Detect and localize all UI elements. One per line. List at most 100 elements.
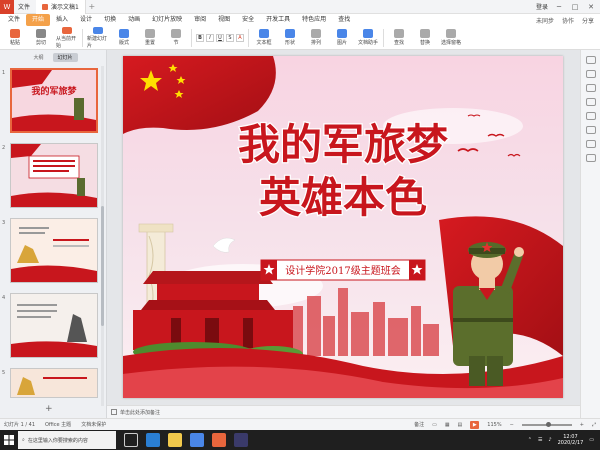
menu-review[interactable]: 审阅 <box>188 14 212 26</box>
file-menu[interactable]: 文件 <box>14 2 34 11</box>
network-icon[interactable]: ☰ <box>538 437 542 443</box>
collab-button[interactable]: 协作 <box>562 16 574 25</box>
start-from-current-button[interactable]: 从当前开始 <box>56 26 78 49</box>
style-icon[interactable] <box>585 70 596 78</box>
tab-slides[interactable]: 幻灯片 <box>52 53 78 62</box>
sync-status[interactable]: 未同步 <box>536 16 554 25</box>
account-button[interactable]: 登录 <box>536 2 548 11</box>
zoom-level[interactable]: 115% <box>487 422 501 428</box>
document-tab[interactable]: 演示文稿1 <box>36 0 86 14</box>
menu-view[interactable]: 视图 <box>212 14 236 26</box>
thumb-1-art: 我的军旅梦 <box>12 70 96 131</box>
arrange-button[interactable]: 排列 <box>305 27 327 49</box>
current-slide[interactable]: 我的军旅梦 英雄本色 设计学院2017级主题班会 <box>123 56 563 398</box>
volume-icon[interactable]: ♪ <box>548 437 551 443</box>
properties-icon[interactable] <box>585 56 596 64</box>
edge-browser-icon[interactable] <box>146 433 160 447</box>
clock[interactable]: 12:07 2020/2/17 <box>558 434 584 446</box>
play-icon <box>62 26 72 34</box>
menu-security[interactable]: 安全 <box>236 14 260 26</box>
slide-thumbnail-2[interactable] <box>10 143 98 208</box>
reset-icon <box>145 29 155 38</box>
tray-chevron-icon[interactable]: ⌃ <box>528 437 532 443</box>
task-view-icon[interactable] <box>124 433 138 447</box>
thumb-number: 3 <box>2 220 6 226</box>
shape-button[interactable]: 形状 <box>279 27 301 49</box>
thumbnail-scrollbar[interactable] <box>101 66 104 406</box>
app-taskbar-icon[interactable] <box>234 433 248 447</box>
store-icon[interactable] <box>190 433 204 447</box>
slide-thumbnail-5[interactable] <box>10 368 98 398</box>
wps-logo-icon[interactable]: W <box>0 0 14 14</box>
layout-button[interactable]: 版式 <box>113 27 135 49</box>
zoom-in-icon[interactable]: + <box>580 422 584 428</box>
zoom-out-icon[interactable]: − <box>510 422 514 428</box>
new-tab-button[interactable]: + <box>86 2 98 11</box>
close-icon[interactable]: ✕ <box>586 3 596 11</box>
minimize-icon[interactable]: ─ <box>554 3 564 11</box>
menu-home[interactable]: 开始 <box>26 14 51 26</box>
image-panel-icon[interactable] <box>585 126 596 134</box>
cut-button[interactable]: 剪切 <box>30 27 52 49</box>
find-button[interactable]: 查找 <box>388 27 410 49</box>
menu-search[interactable]: 查找 <box>332 14 356 26</box>
reading-view-icon[interactable]: ▤ <box>458 422 463 428</box>
add-slide-button[interactable]: + <box>45 404 53 414</box>
fit-window-icon[interactable]: ⤢ <box>592 422 596 428</box>
shape-panel-icon[interactable] <box>585 112 596 120</box>
menu-file[interactable]: 文件 <box>2 14 26 26</box>
menu-developer[interactable]: 开发工具 <box>260 14 296 26</box>
slide-thumbnail-3[interactable] <box>10 218 98 283</box>
selection-pane-button[interactable]: 选择窗格 <box>440 27 462 49</box>
taskbar-search-input[interactable]: ⌕ 在这里输入你要搜索的内容 <box>18 431 116 449</box>
start-button[interactable] <box>0 430 18 450</box>
paste-button[interactable]: 粘贴 <box>4 27 26 49</box>
slideshow-play-icon[interactable]: ▶ <box>470 420 480 429</box>
zoom-slider[interactable] <box>521 421 572 427</box>
normal-view-icon[interactable]: ▭ <box>432 422 437 428</box>
sorter-view-icon[interactable]: ▦ <box>445 422 450 428</box>
replace-button[interactable]: 替换 <box>414 27 436 49</box>
thumb-3-art <box>11 219 97 282</box>
textbox-button[interactable]: 文本框 <box>253 27 275 49</box>
document-tab-label: 演示文稿1 <box>51 4 79 11</box>
wps-taskbar-icon[interactable] <box>212 433 226 447</box>
notes-toggle[interactable]: 备注 <box>414 421 424 428</box>
menu-transition[interactable]: 切换 <box>98 14 122 26</box>
notes-checkbox[interactable] <box>111 409 117 415</box>
doc-protect-status[interactable]: 文档未保护 <box>81 421 106 428</box>
menu-features[interactable]: 特色应用 <box>296 14 332 26</box>
transition-icon[interactable] <box>585 98 596 106</box>
reset-button[interactable]: 重置 <box>139 27 161 49</box>
bold-button[interactable]: B <box>196 33 204 42</box>
slide-thumbnail-4[interactable] <box>10 293 98 358</box>
presentation-icon <box>42 3 49 10</box>
italic-button[interactable]: I <box>206 33 214 42</box>
share-button[interactable]: 分享 <box>582 16 594 25</box>
format-controls: B I U S A <box>196 33 244 42</box>
slide-thumbnail-1[interactable]: 我的军旅梦 <box>10 68 98 133</box>
doc-assistant-button[interactable]: 文档助手 <box>357 27 379 49</box>
tab-outline[interactable]: 大纲 <box>28 53 48 62</box>
file-explorer-icon[interactable] <box>168 433 182 447</box>
picture-button[interactable]: 图片 <box>331 27 353 49</box>
underline-button[interactable]: U <box>216 33 224 42</box>
backup-icon[interactable] <box>585 140 596 148</box>
new-slide-button[interactable]: 新建幻灯片 <box>87 26 109 49</box>
font-color-button[interactable]: A <box>236 33 244 42</box>
slide-counter: 幻灯片 1 / 41 <box>4 422 35 428</box>
strike-button[interactable]: S <box>226 33 234 42</box>
animation-icon[interactable] <box>585 84 596 92</box>
menu-animation[interactable]: 动画 <box>122 14 146 26</box>
settings-icon[interactable] <box>585 154 596 162</box>
notes-area[interactable]: 单击此处添加备注 <box>107 405 580 418</box>
section-button[interactable]: 节 <box>165 27 187 49</box>
slide-title-line1: 我的军旅梦 <box>238 120 448 169</box>
maximize-icon[interactable]: □ <box>570 3 580 11</box>
notification-icon[interactable]: ▭ <box>589 437 594 443</box>
new-slide-icon <box>93 26 103 34</box>
menu-slideshow[interactable]: 幻灯片放映 <box>146 14 188 26</box>
shape-icon <box>285 29 295 38</box>
menu-design[interactable]: 设计 <box>74 14 98 26</box>
menu-insert[interactable]: 插入 <box>50 14 74 26</box>
